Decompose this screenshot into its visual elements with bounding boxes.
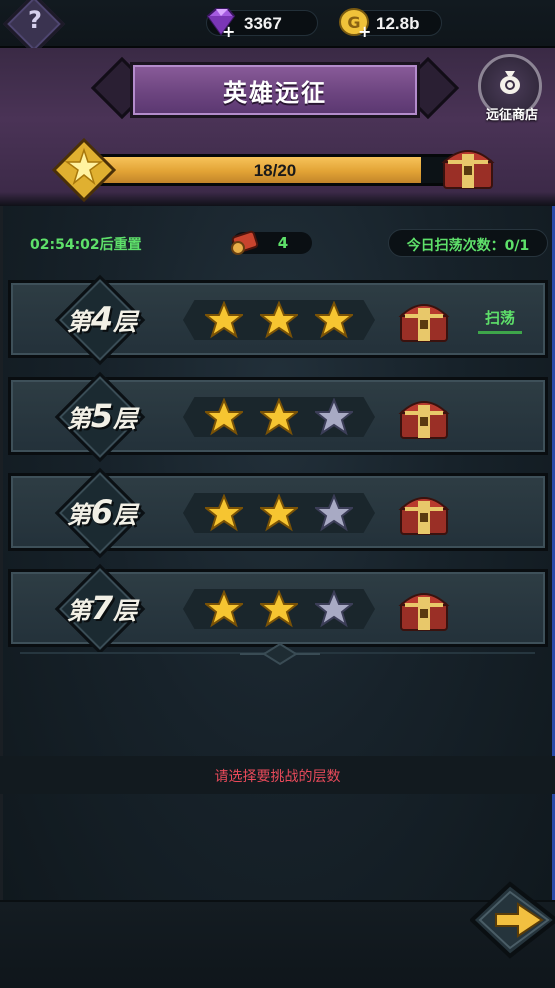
sweep-button[interactable]: 扫荡 [478,307,522,334]
star-empty-icon [313,493,355,532]
progress-text: 18/20 [253,161,297,180]
treasure-chest-icon[interactable] [398,391,450,441]
star-filled-icon [313,300,355,339]
floor-prefix: 第 [66,597,91,625]
floor-number: 4 [90,300,114,338]
star-empty-icon [313,589,355,628]
star-filled-icon [258,493,300,532]
money-bag-icon[interactable] [495,66,525,96]
star-filled-icon [203,300,245,339]
daily-sweep-text: 今日扫荡次数：0/1 [406,238,530,254]
expedition-shop-label[interactable]: 远征商店 [472,104,552,123]
floor-number: 7 [90,589,114,627]
floor-number: 6 [90,493,114,531]
star-filled-icon [258,300,300,339]
floor-suffix: 层 [113,501,138,529]
treasure-chest-icon[interactable] [398,294,450,344]
hint-text: 请选择要挑战的层数 [214,769,341,785]
star-filled-icon [203,589,245,628]
floor-prefix: 第 [66,308,91,336]
daily-sweep-counter: 今日扫荡次数：0/1 [388,229,548,257]
floor-suffix: 层 [113,405,138,433]
page-title: 英雄远征 [223,79,327,107]
floor-suffix: 层 [113,308,138,336]
add-gold-icon[interactable]: + [358,24,371,40]
treasure-chest-icon[interactable] [398,487,450,537]
floor-label: 第5层 [52,397,152,435]
add-gems-icon[interactable]: + [222,24,235,40]
star-filled-icon [203,493,245,532]
floor-label: 第6层 [52,493,152,531]
treasure-chest-icon[interactable] [398,583,450,633]
treasure-chest-icon[interactable] [440,140,496,192]
ticket-count: 4 [277,234,289,252]
star-filled-icon [258,589,300,628]
help-icon[interactable]: ? [20,6,50,40]
reset-timer: 02:54:02后重置 [30,237,142,253]
gem-value: 3367 [244,14,282,33]
gold-value: 12.8b [376,14,420,33]
hint-band: 请选择要挑战的层数 [0,756,555,794]
floor-prefix: 第 [66,501,91,529]
floor-suffix: 层 [113,597,138,625]
game-screen: ? + 3367 G + 12.8b 英雄远征 远征商店 18/20 02:54… [0,0,555,988]
floor-label: 第4层 [52,300,152,338]
progress-bar: 18/20 [90,154,460,186]
star-emblem-icon [52,138,116,202]
star-filled-icon [203,397,245,436]
scroll-ticket-icon [231,230,259,255]
star-empty-icon [313,397,355,436]
divider-ornament-icon [240,642,320,666]
floor-prefix: 第 [66,405,91,433]
floor-label: 第7层 [52,589,152,627]
star-filled-icon [258,397,300,436]
next-button[interactable] [470,880,555,960]
floor-number: 5 [90,397,114,435]
